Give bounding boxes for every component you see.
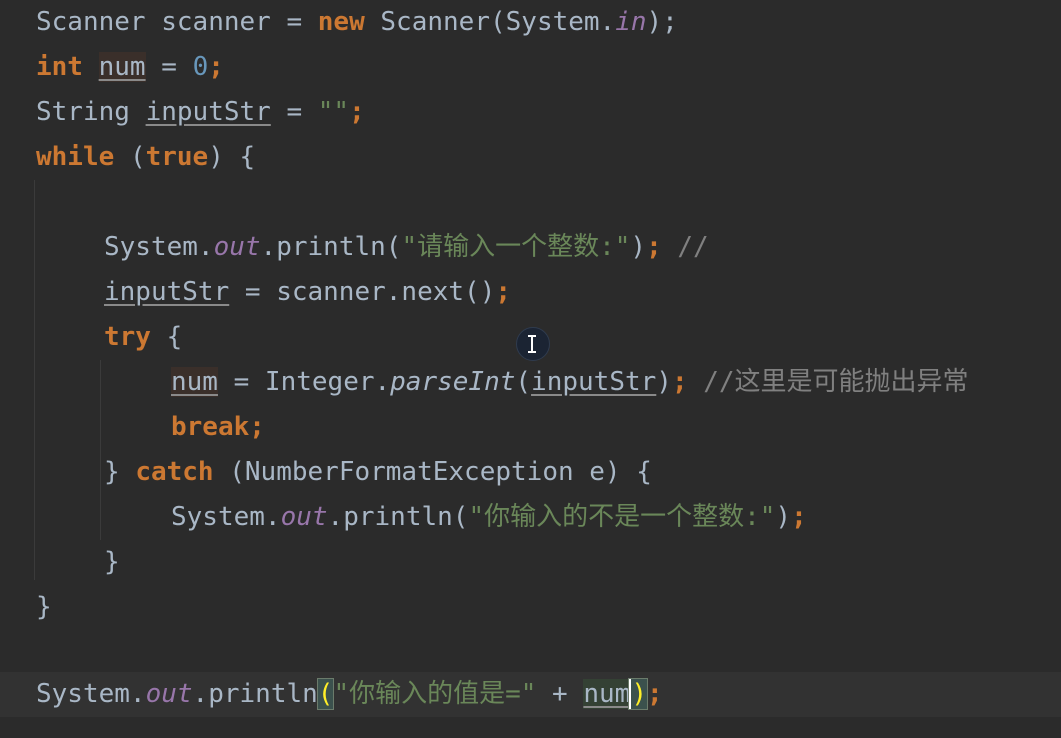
token-variable: inputStr — [531, 367, 657, 397]
token-punct: ) — [775, 502, 792, 532]
code-line-6[interactable]: System.out.println("请输入一个整数:"); // — [104, 225, 709, 270]
code-line-8[interactable]: try { — [104, 315, 182, 360]
token-method: .println( — [260, 232, 402, 262]
token-method: .println — [192, 679, 318, 709]
code-editor[interactable]: Scanner scanner = new Scanner(System.in)… — [0, 0, 1061, 738]
token-object: System. — [171, 502, 281, 532]
code-line-12[interactable]: System.out.println("你输入的不是一个整数:"); — [171, 495, 807, 540]
code-line-14[interactable]: } — [36, 585, 52, 630]
code-line-2[interactable]: int num = 0; — [36, 45, 224, 90]
token-variable: inputStr — [104, 277, 230, 307]
token-punct: ); — [646, 7, 678, 37]
token-variable: num — [98, 52, 146, 82]
token-operator: = — [286, 97, 303, 127]
token-string: "你输入的值是=" — [333, 679, 537, 709]
token-keyword: int — [36, 52, 83, 82]
code-line-10[interactable]: break; — [171, 405, 265, 450]
token-string: "请输入一个整数:" — [401, 232, 631, 262]
token-comment: //这里是可能抛出异常 — [703, 367, 969, 397]
token-string: "" — [317, 97, 350, 127]
token-punct: ; — [791, 502, 807, 532]
token-punct: } — [104, 457, 136, 487]
token-keyword: catch — [135, 457, 214, 487]
code-line-13[interactable]: } — [104, 540, 120, 585]
token-punct: } — [104, 547, 120, 577]
token-punct: { — [150, 322, 183, 352]
token-variable: num — [583, 679, 631, 709]
token-keyword: new — [317, 7, 365, 37]
indent-guide — [34, 180, 35, 580]
token-expression: = scanner.next() — [229, 277, 496, 307]
token-keyword: true — [145, 142, 209, 172]
token-punct: ) — [656, 367, 672, 397]
token-punct: ; — [249, 412, 265, 442]
token-punct: ; — [208, 52, 224, 82]
token-field: in — [615, 7, 647, 37]
code-line-9[interactable]: num = Integer.parseInt(inputStr); //这里是可… — [171, 360, 969, 405]
token-field: out — [145, 679, 193, 709]
token-expression: = Integer. — [217, 367, 391, 397]
matched-paren-close: ) — [628, 678, 648, 710]
token-method: .println( — [327, 502, 469, 532]
token-operator: = — [286, 7, 303, 37]
token-punct: ( — [515, 367, 532, 397]
token-variable: scanner — [161, 7, 271, 37]
token-punct: } — [36, 592, 52, 622]
token-punct: ; — [671, 367, 688, 397]
indent-guide — [100, 360, 101, 540]
code-line-1[interactable]: Scanner scanner = new Scanner(System.in)… — [36, 0, 678, 45]
token-variable: num — [171, 367, 218, 397]
token-punct: ( — [129, 142, 146, 172]
token-type: String — [36, 97, 130, 127]
token-variable: inputStr — [145, 97, 271, 127]
token-keyword: break — [171, 412, 250, 442]
token-object: System. — [104, 232, 214, 262]
text-cursor-icon — [516, 327, 550, 361]
code-line-3[interactable]: String inputStr = ""; — [36, 90, 365, 135]
code-line-4[interactable]: while (true) { — [36, 135, 255, 180]
token-type: Scanner — [36, 7, 146, 37]
token-field: out — [213, 232, 261, 262]
token-field: out — [280, 502, 328, 532]
code-line-7[interactable]: inputStr = scanner.next(); — [104, 270, 511, 315]
code-line-16[interactable]: System.out.println("你输入的值是=" + num); — [36, 672, 663, 717]
token-punct: ) { — [208, 142, 256, 172]
token-object: System. — [36, 679, 146, 709]
token-constructor: Scanner(System. — [380, 7, 616, 37]
token-punct: ; — [646, 232, 662, 262]
token-punct: ) — [630, 232, 647, 262]
code-line-11[interactable]: } catch (NumberFormatException e) { — [104, 450, 652, 495]
token-expression: (NumberFormatException e) { — [213, 457, 652, 487]
token-comment: // — [677, 232, 709, 262]
token-punct: ; — [647, 679, 663, 709]
token-keyword: while — [36, 142, 115, 172]
token-operator: = — [161, 52, 177, 82]
token-operator: + — [536, 679, 584, 709]
token-keyword: try — [104, 322, 151, 352]
token-punct: ; — [495, 277, 511, 307]
token-string: "你输入的不是一个整数:" — [468, 502, 776, 532]
token-method: parseInt — [390, 367, 516, 397]
token-punct: ; — [349, 97, 365, 127]
matched-paren-open: ( — [316, 678, 335, 710]
token-number: 0 — [192, 52, 209, 82]
